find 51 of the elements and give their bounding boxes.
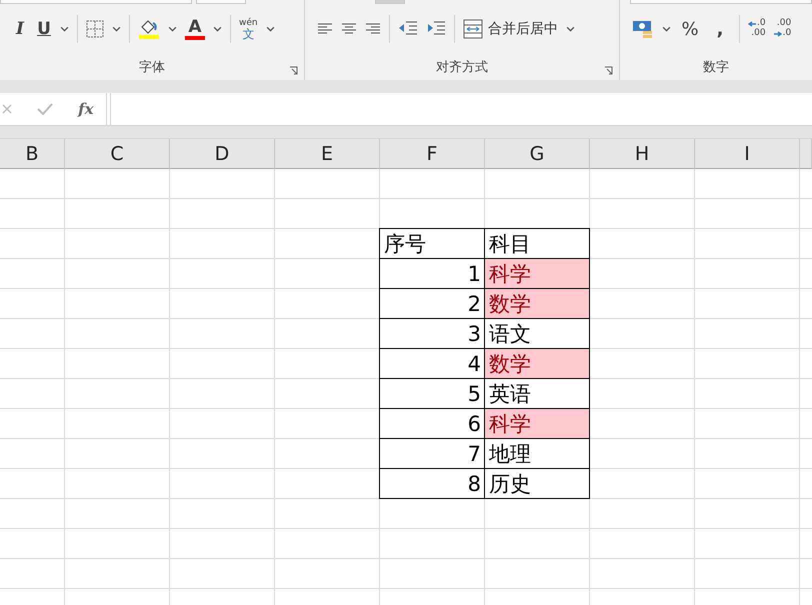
- group-label: 数字: [703, 59, 729, 76]
- fill-bucket-icon[interactable]: [138, 18, 160, 40]
- column-header[interactable]: H: [590, 139, 695, 169]
- check-icon[interactable]: [37, 103, 54, 115]
- table-cell: 3: [379, 318, 485, 349]
- comma-button[interactable]: ,: [709, 18, 731, 40]
- decrease-decimal-button[interactable]: .00 .0: [774, 19, 792, 39]
- column-header[interactable]: D: [170, 139, 275, 169]
- column-header[interactable]: E: [275, 139, 380, 169]
- align-icon[interactable]: [317, 23, 334, 35]
- caret-icon[interactable]: [266, 26, 275, 32]
- table-cell: 科学: [484, 408, 590, 439]
- dialog-launcher-icon[interactable]: [604, 66, 613, 75]
- group-label: 对齐方式: [436, 59, 488, 76]
- font-color-button[interactable]: A: [185, 18, 205, 40]
- table-cell: 8: [379, 468, 485, 499]
- insert-function-button[interactable]: fx: [78, 100, 94, 118]
- group-label: 字体: [139, 59, 166, 76]
- column-header[interactable]: C: [65, 139, 170, 169]
- table-cell: 数学: [484, 288, 590, 319]
- left-arrow-icon: [748, 21, 756, 28]
- caret-icon[interactable]: [60, 26, 69, 32]
- table-cell: 历史: [484, 468, 590, 499]
- table-cell: 数学: [484, 348, 590, 379]
- phonetic-button[interactable]: wén 文: [239, 18, 258, 40]
- table-cell: 序号: [379, 228, 485, 259]
- column-header[interactable]: G: [485, 139, 590, 169]
- column-header[interactable]: F: [380, 139, 485, 169]
- column-header[interactable]: B: [0, 139, 65, 169]
- table-cell: 5: [379, 378, 485, 409]
- caret-icon[interactable]: [566, 26, 576, 32]
- table-cell: 地理: [484, 438, 590, 469]
- currency-format-icon[interactable]: [632, 18, 654, 40]
- column-header[interactable]: I: [695, 139, 800, 169]
- table-cell: 科学: [484, 258, 590, 289]
- increase-decimal-button[interactable]: .0 .00: [748, 19, 766, 39]
- merge-center-button[interactable]: 合并后居中: [463, 19, 558, 39]
- dialog-launcher-icon[interactable]: [289, 66, 298, 75]
- caret-icon[interactable]: [112, 26, 121, 32]
- italic-button[interactable]: I: [12, 19, 28, 39]
- merge-icon: [463, 19, 484, 39]
- borders-icon[interactable]: [86, 20, 104, 38]
- caret-icon[interactable]: [213, 26, 222, 32]
- table-cell: 7: [379, 438, 485, 469]
- right-arrow-icon: [774, 30, 782, 37]
- align-icon[interactable]: [365, 23, 382, 35]
- percent-button[interactable]: %: [679, 18, 701, 40]
- underline-button[interactable]: U: [36, 19, 52, 39]
- caret-icon[interactable]: [168, 26, 177, 32]
- caret-icon[interactable]: [662, 26, 671, 32]
- align-icon[interactable]: [341, 23, 358, 35]
